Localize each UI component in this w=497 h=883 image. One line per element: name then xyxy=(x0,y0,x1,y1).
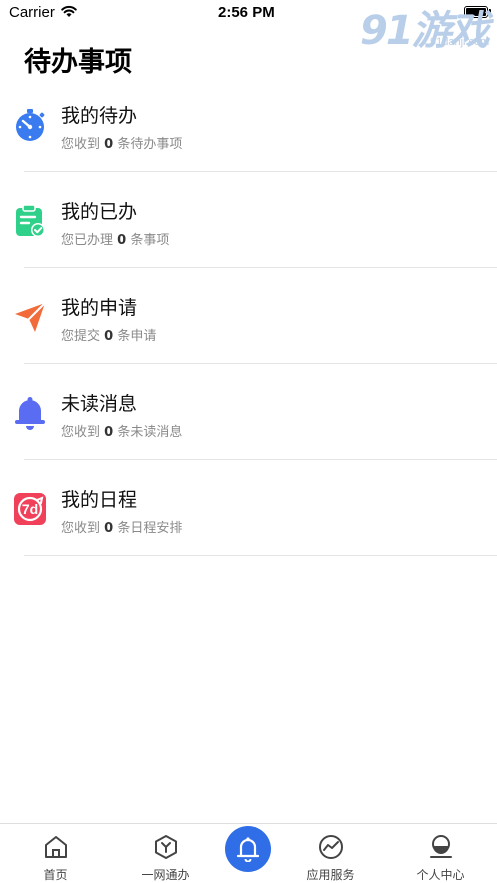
list-item-application[interactable]: 我的申请 您提交 0 条申请 xyxy=(0,268,497,364)
item-title: 我的申请 xyxy=(61,297,138,319)
item-title: 未读消息 xyxy=(61,393,138,415)
item-count: 0 xyxy=(104,329,114,344)
item-count: 0 xyxy=(117,233,127,248)
item-count: 0 xyxy=(104,137,114,152)
carrier-label: Carrier xyxy=(9,4,55,21)
tab-one-net[interactable]: 一网通办 xyxy=(116,824,215,883)
tab-profile[interactable]: 个人中心 xyxy=(391,824,490,883)
wifi-icon xyxy=(61,5,77,17)
paper-plane-icon xyxy=(15,302,46,332)
tab-label: 个人中心 xyxy=(416,868,465,882)
clock: 2:56 PM xyxy=(218,4,275,21)
stopwatch-icon xyxy=(16,109,45,141)
checklist-icon xyxy=(16,204,45,237)
user-icon xyxy=(429,835,452,858)
bell-icon xyxy=(15,397,45,430)
item-subtitle: 您提交 0 条申请 xyxy=(61,329,157,344)
svg-text:7d: 7d xyxy=(22,501,38,517)
list-item-todo[interactable]: 我的待办 您收到 0 条待办事项 xyxy=(0,76,497,172)
list-item-unread[interactable]: 未读消息 您收到 0 条未读消息 xyxy=(0,364,497,460)
trend-icon xyxy=(318,835,343,859)
page-title: 待办事项 xyxy=(24,47,132,78)
hexagon-y-icon xyxy=(154,835,177,859)
item-subtitle: 您已办理 0 条事项 xyxy=(61,233,170,248)
tab-label: 应用服务 xyxy=(306,868,355,882)
list-item-done[interactable]: 我的已办 您已办理 0 条事项 xyxy=(0,172,497,268)
watermark-site: 91danji.com xyxy=(430,36,490,48)
tab-label: 首页 xyxy=(43,868,68,882)
tab-home[interactable]: 首页 xyxy=(6,824,105,883)
tab-app-services[interactable]: 应用服务 xyxy=(281,824,380,883)
item-title: 我的日程 xyxy=(61,489,138,511)
item-title: 我的已办 xyxy=(61,201,138,223)
calendar-7d-icon: 7d xyxy=(14,493,46,525)
item-subtitle: 您收到 0 条待办事项 xyxy=(61,137,183,152)
tab-label: 一网通办 xyxy=(141,868,190,882)
watermark-logo: 91游戏 91danji.com xyxy=(360,0,497,54)
item-subtitle: 您收到 0 条日程安排 xyxy=(61,521,183,536)
bell-icon xyxy=(236,837,260,862)
todo-list: 我的待办 您收到 0 条待办事项 我的已办 您已办理 0 条事项 我的申请 您提… xyxy=(0,76,497,556)
list-item-schedule[interactable]: 7d 我的日程 您收到 0 条日程安排 xyxy=(0,460,497,556)
divider xyxy=(24,555,497,556)
home-icon xyxy=(44,836,67,858)
item-title: 我的待办 xyxy=(61,105,138,127)
item-count: 0 xyxy=(104,425,114,440)
item-count: 0 xyxy=(104,521,114,536)
tab-todo-center[interactable] xyxy=(225,826,271,872)
item-subtitle: 您收到 0 条未读消息 xyxy=(61,425,183,440)
